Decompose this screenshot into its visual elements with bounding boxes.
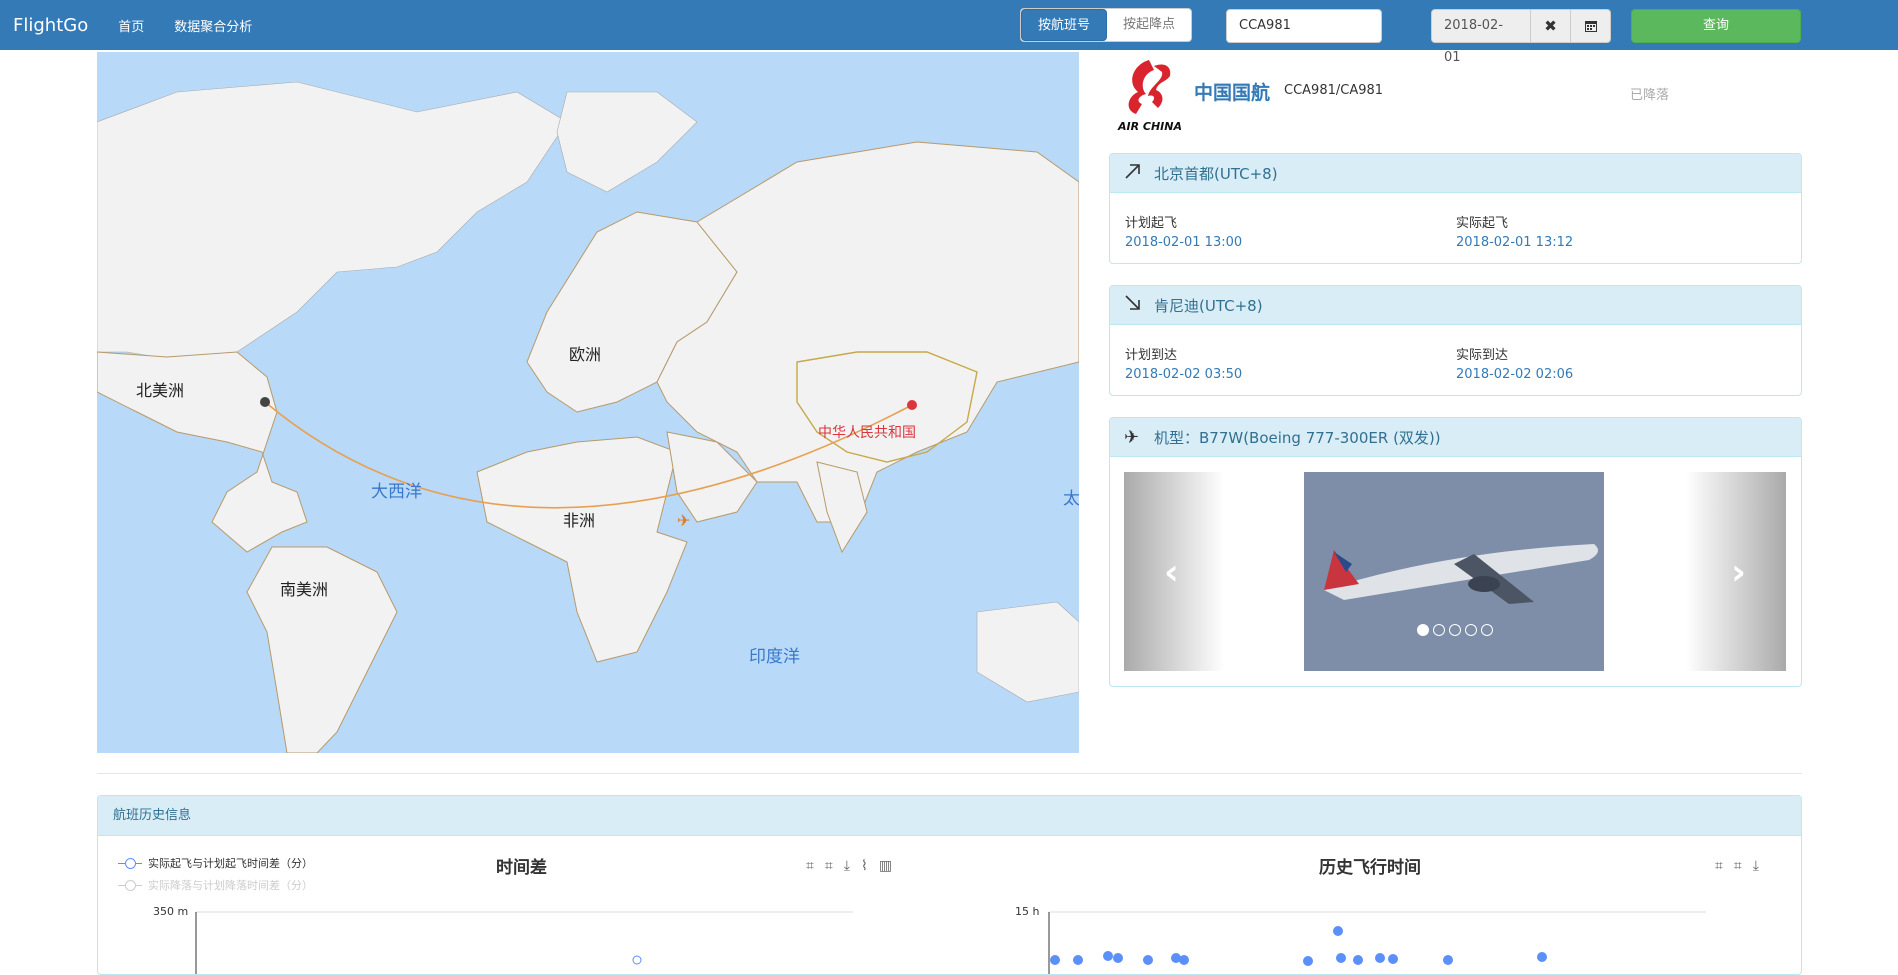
actual-departure: 实际起飞 2018-02-01 13:12 bbox=[1456, 212, 1573, 250]
history-panel: 航班历史信息 实际起飞与计划起飞时间差（分） 实际降落与计划降落时间差（分） 时… bbox=[97, 795, 1802, 975]
carousel-dot[interactable] bbox=[1481, 624, 1493, 636]
departure-header: 北京首都(UTC+8) bbox=[1110, 154, 1801, 193]
history-charts-svg bbox=[195, 911, 1706, 974]
landing-arrow-icon bbox=[1124, 294, 1144, 317]
actual-arrival: 实际到达 2018-02-02 02:06 bbox=[1456, 344, 1573, 382]
zoom-icon[interactable]: ⌗ bbox=[806, 858, 814, 874]
chevron-left-icon: ‹ bbox=[1164, 552, 1179, 593]
aircraft-panel: ✈ 机型：B77W(Boeing 777-300ER (双发)) ‹ › bbox=[1109, 417, 1802, 687]
scheduled-arrival-time: 2018-02-02 03:50 bbox=[1125, 367, 1243, 382]
date-input[interactable]: 2018-02-01 bbox=[1431, 9, 1531, 65]
carousel-next-button[interactable]: › bbox=[1686, 472, 1786, 671]
calendar-icon bbox=[1584, 21, 1597, 32]
aircraft-photo bbox=[1304, 472, 1604, 671]
brand-logo[interactable]: FlightGo bbox=[13, 15, 88, 36]
plane-icon: ✈ bbox=[677, 511, 690, 530]
top-navbar: FlightGo 首页 数据聚合分析 bbox=[0, 0, 1898, 50]
legend-arrival-label: 实际降落与计划降落时间差（分） bbox=[148, 879, 313, 892]
airline-name: 中国国航 bbox=[1194, 82, 1271, 104]
legend-departure-label: 实际起飞与计划起飞时间差（分） bbox=[148, 857, 313, 870]
label-north-america: 北美洲 bbox=[136, 381, 185, 400]
airline-logo: AIR CHINA bbox=[1114, 52, 1184, 136]
actual-arrival-time: 2018-02-02 02:06 bbox=[1456, 367, 1574, 382]
label-europe: 欧洲 bbox=[569, 345, 602, 364]
status-badge: 已降落 bbox=[1630, 88, 1670, 103]
carousel-dot[interactable] bbox=[1449, 624, 1461, 636]
departure-panel: 北京首都(UTC+8) 计划起飞 2018-02-01 13:00 实际起飞 2… bbox=[1109, 153, 1802, 264]
carousel-indicators bbox=[1417, 624, 1493, 636]
actual-departure-label: 实际起飞 bbox=[1456, 216, 1509, 231]
aircraft-type: 机型：B77W(Boeing 777-300ER (双发)) bbox=[1154, 428, 1441, 447]
carousel-prev-button[interactable]: ‹ bbox=[1124, 472, 1224, 671]
label-africa: 非洲 bbox=[563, 511, 596, 530]
destination-marker bbox=[260, 397, 270, 407]
chart-title-flight-time: 历史飞行时间 bbox=[1319, 858, 1421, 878]
scheduled-departure: 计划起飞 2018-02-01 13:00 bbox=[1125, 212, 1242, 250]
chart1-toolbox: ⌗ ⌗ ⤓ ⌇ ▥ bbox=[806, 858, 892, 874]
scheduled-departure-time: 2018-02-01 13:00 bbox=[1125, 235, 1243, 250]
chart2-toolbox: ⌗ ⌗ ⤓ bbox=[1715, 858, 1759, 874]
flight-route-map[interactable]: ✈ 北美洲 欧洲 非洲 南美洲 大西洋 印度洋 太 中华人民共和国 bbox=[97, 52, 1079, 753]
chart2-y-max: 15 h bbox=[1015, 905, 1040, 918]
airplane-icon: ✈ bbox=[1124, 426, 1140, 448]
label-atlantic: 大西洋 bbox=[371, 482, 422, 502]
chart1-y-max: 350 m bbox=[153, 905, 189, 918]
calendar-button[interactable] bbox=[1571, 9, 1611, 43]
scheduled-arrival: 计划到达 2018-02-02 03:50 bbox=[1125, 344, 1242, 382]
history-title: 航班历史信息 bbox=[98, 796, 1801, 836]
scheduled-arrival-label: 计划到达 bbox=[1125, 348, 1178, 363]
zoom-reset-icon[interactable]: ⌗ bbox=[1734, 858, 1742, 874]
aircraft-carousel: ‹ › bbox=[1124, 472, 1786, 671]
legend-marker-icon bbox=[118, 858, 142, 869]
carousel-dot[interactable] bbox=[1433, 624, 1445, 636]
world-map-svg: ✈ bbox=[97, 81, 1079, 753]
clear-date-button[interactable]: ✖ bbox=[1531, 9, 1571, 43]
search-mode-toggle: 按航班号 按起降点 bbox=[1020, 8, 1193, 42]
chart-title-time-diff: 时间差 bbox=[496, 858, 547, 878]
takeoff-arrow-icon bbox=[1124, 162, 1144, 185]
query-button[interactable]: 查询 bbox=[1631, 9, 1801, 43]
bar-chart-icon[interactable]: ▥ bbox=[879, 858, 892, 874]
zoom-icon[interactable]: ⌗ bbox=[1715, 858, 1723, 874]
label-china: 中华人民共和国 bbox=[818, 425, 916, 441]
aircraft-header: ✈ 机型：B77W(Boeing 777-300ER (双发)) bbox=[1110, 418, 1801, 457]
divider bbox=[97, 773, 1802, 774]
actual-arrival-label: 实际到达 bbox=[1456, 348, 1509, 363]
download-icon[interactable]: ⤓ bbox=[1753, 858, 1759, 874]
legend-departure-diff[interactable]: 实际起飞与计划起飞时间差（分） bbox=[118, 855, 313, 871]
legend-marker-icon bbox=[118, 880, 142, 891]
label-pacific: 太 bbox=[1063, 489, 1079, 509]
date-picker: 2018-02-01 ✖ bbox=[1431, 9, 1611, 65]
origin-marker bbox=[907, 400, 917, 410]
line-chart-icon[interactable]: ⌇ bbox=[861, 858, 868, 874]
zoom-reset-icon[interactable]: ⌗ bbox=[825, 858, 833, 874]
scheduled-departure-label: 计划起飞 bbox=[1125, 216, 1178, 231]
chevron-right-icon: › bbox=[1731, 552, 1746, 593]
label-south-america: 南美洲 bbox=[280, 580, 329, 599]
arrival-airport: 肯尼迪(UTC+8) bbox=[1154, 296, 1263, 315]
arrival-panel: 肯尼迪(UTC+8) 计划到达 2018-02-02 03:50 实际到达 20… bbox=[1109, 285, 1802, 396]
flight-code: CCA981/CA981 bbox=[1284, 83, 1384, 98]
label-indian-ocean: 印度洋 bbox=[749, 647, 800, 667]
nav-link-analytics[interactable]: 数据聚合分析 bbox=[174, 16, 252, 35]
carousel-dot[interactable] bbox=[1465, 624, 1477, 636]
carousel-dot[interactable] bbox=[1417, 624, 1429, 636]
departure-airport: 北京首都(UTC+8) bbox=[1154, 164, 1278, 183]
flight-number-input[interactable]: CCA981 bbox=[1226, 9, 1382, 43]
download-icon[interactable]: ⤓ bbox=[844, 858, 850, 874]
actual-departure-time: 2018-02-01 13:12 bbox=[1456, 235, 1574, 250]
legend-arrival-diff[interactable]: 实际降落与计划降落时间差（分） bbox=[118, 877, 313, 893]
arrival-header: 肯尼迪(UTC+8) bbox=[1110, 286, 1801, 325]
air-china-logo-text: AIR CHINA bbox=[1118, 120, 1182, 133]
close-icon: ✖ bbox=[1544, 17, 1557, 35]
mode-by-airport-button[interactable]: 按起降点 bbox=[1107, 9, 1191, 41]
nav-link-home[interactable]: 首页 bbox=[118, 16, 144, 35]
mode-by-flight-button[interactable]: 按航班号 bbox=[1021, 9, 1108, 41]
